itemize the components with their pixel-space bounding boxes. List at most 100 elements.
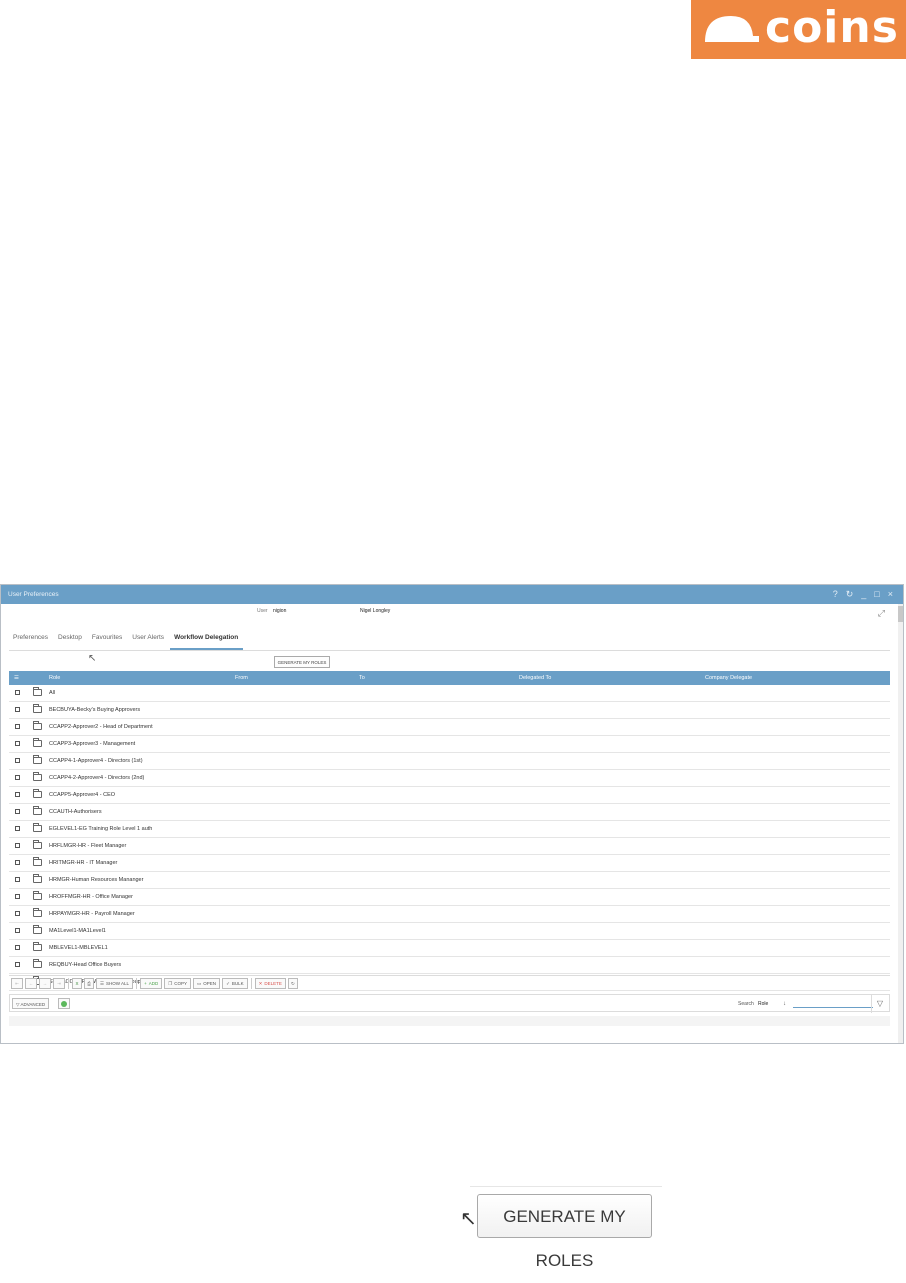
search-input[interactable]: [793, 999, 873, 1008]
bulk-label: BULK: [231, 981, 244, 986]
row-checkbox[interactable]: [15, 724, 20, 729]
reload-icon[interactable]: ↻: [287, 978, 298, 989]
first-page-icon[interactable]: ⇤: [11, 978, 23, 989]
row-checkbox[interactable]: [15, 843, 20, 848]
print-icon[interactable]: ⎙: [84, 978, 94, 989]
help-icon[interactable]: ?: [833, 585, 838, 604]
table-row[interactable]: MBLEVEL1-MBLEVEL1: [9, 940, 890, 957]
previous-page-icon[interactable]: ←: [25, 978, 37, 989]
tab-user-alerts[interactable]: User Alerts: [128, 626, 169, 650]
row-checkbox[interactable]: [15, 809, 20, 814]
role-cell: HROFFMGR-HR - Office Manager: [49, 894, 133, 900]
table-row[interactable]: BECBUYA-Becky's Buying Approvers: [9, 702, 890, 719]
table-row[interactable]: CCAPP5-Approver4 - CEO: [9, 787, 890, 804]
tab-workflow-delegation[interactable]: Workflow Delegation: [170, 626, 244, 650]
search-field-select[interactable]: Role: [758, 995, 768, 1013]
column-header-delegated-to[interactable]: Delegated To: [519, 671, 551, 685]
folder-icon: [33, 772, 42, 781]
table-row[interactable]: EGLEVEL1-EG Training Role Level 1 auth: [9, 821, 890, 838]
user-id: nigion: [273, 608, 287, 614]
column-header-to[interactable]: To: [359, 671, 365, 685]
open-button[interactable]: ▭ OPEN: [193, 978, 221, 989]
row-checkbox[interactable]: [15, 690, 20, 695]
maximize-icon[interactable]: □: [874, 585, 879, 604]
user-info-row: User nigion Nigel Longley ⤢: [1, 604, 897, 618]
table-row[interactable]: HROFFMGR-HR - Office Manager: [9, 889, 890, 906]
filter-icon[interactable]: ▽: [871, 995, 888, 1013]
row-checkbox[interactable]: [15, 826, 20, 831]
status-indicator-icon[interactable]: [58, 998, 70, 1009]
delete-button[interactable]: ✕ DELETE: [254, 978, 286, 989]
folder-icon: [33, 755, 42, 764]
column-header-role[interactable]: Role: [49, 671, 60, 685]
row-checkbox[interactable]: [15, 758, 20, 763]
advanced-label: ADVANCED: [20, 1002, 46, 1007]
tab-preferences[interactable]: Preferences: [9, 626, 53, 650]
folder-icon: [33, 908, 42, 917]
role-cell: CCAUTH-Authorisers: [49, 809, 102, 815]
next-page-icon[interactable]: →: [39, 978, 51, 989]
window-scrollbar[interactable]: [898, 604, 903, 1043]
column-header-company-delegate[interactable]: Company Delegate: [705, 671, 752, 685]
table-row[interactable]: CCAUTH-Authorisers: [9, 804, 890, 821]
role-cell: BECBUYA-Becky's Buying Approvers: [49, 707, 141, 713]
row-checkbox[interactable]: [15, 775, 20, 780]
role-cell: CCAPP2-Approver2 - Head of Department: [49, 724, 153, 730]
bulk-button[interactable]: ✓ BULK: [222, 978, 248, 989]
copy-button[interactable]: ❐ COPY: [164, 978, 192, 989]
folder-icon: [33, 823, 42, 832]
sort-arrow-icon[interactable]: ↓: [783, 995, 786, 1013]
folder-icon: [33, 857, 42, 866]
list-icon: ☰: [100, 981, 105, 986]
tab-favourites[interactable]: Favourites: [88, 626, 127, 650]
user-full-name: Nigel Longley: [360, 608, 391, 614]
row-checkbox[interactable]: [15, 860, 20, 865]
column-header-from[interactable]: From: [235, 671, 248, 685]
preferences-tabs: Preferences Desktop Favourites User Aler…: [9, 626, 890, 651]
role-cell: CCAPP5-Approver4 - CEO: [49, 792, 116, 798]
table-row[interactable]: HRMGR-Human Resources Mananger: [9, 872, 890, 889]
table-row[interactable]: HRPAYMGR-HR - Payroll Manager: [9, 906, 890, 923]
row-checkbox[interactable]: [15, 928, 20, 933]
role-cell: EGLEVEL1-EG Training Role Level 1 auth: [49, 826, 153, 832]
table-row[interactable]: All: [9, 685, 890, 702]
table-row[interactable]: CCAPP2-Approver2 - Head of Department: [9, 719, 890, 736]
folder-icon: [33, 687, 42, 696]
table-row[interactable]: HRFLMGR-HR - Fleet Manager: [9, 838, 890, 855]
zoom-divider: [470, 1186, 662, 1187]
table-row[interactable]: CCAPP3-Approver3 - Management: [9, 736, 890, 753]
toolbar-divider: [68, 978, 69, 989]
copy-label: COPY: [174, 981, 188, 986]
tab-desktop[interactable]: Desktop: [54, 626, 87, 650]
role-cell: MA1Level1-MA1Level1: [49, 928, 106, 934]
generate-my-roles-button[interactable]: GENERATE MY ROLES: [274, 656, 330, 668]
scrollbar-thumb[interactable]: [898, 606, 903, 622]
table-row[interactable]: CCAPP4-2-Approver4 - Directors (2nd): [9, 770, 890, 787]
folder-icon: [33, 789, 42, 798]
row-checkbox[interactable]: [15, 945, 20, 950]
column-menu-icon[interactable]: ☰: [14, 671, 19, 685]
close-icon[interactable]: ×: [888, 585, 893, 604]
refresh-icon[interactable]: ↻: [846, 585, 854, 604]
last-page-icon[interactable]: ⇥: [53, 978, 65, 989]
minimize-icon[interactable]: _: [861, 585, 866, 604]
row-checkbox[interactable]: [15, 877, 20, 882]
row-checkbox[interactable]: [15, 707, 20, 712]
table-row[interactable]: MA1Level1-MA1Level1: [9, 923, 890, 940]
expand-icon[interactable]: ⤢: [878, 606, 885, 620]
table-row[interactable]: REQBUY-Head Office Buyers: [9, 957, 890, 974]
row-checkbox[interactable]: [15, 911, 20, 916]
grid-header: ☰ Role From To Delegated To Company Dele…: [9, 671, 890, 685]
row-checkbox[interactable]: [15, 962, 20, 967]
add-button[interactable]: + ADD: [140, 978, 163, 989]
row-checkbox[interactable]: [15, 894, 20, 899]
table-row[interactable]: HRITMGR-HR - IT Manager: [9, 855, 890, 872]
role-cell: HRITMGR-HR - IT Manager: [49, 860, 118, 866]
show-all-button[interactable]: ☰ SHOW ALL: [96, 978, 134, 989]
excel-export-icon[interactable]: X: [72, 978, 82, 989]
row-checkbox[interactable]: [15, 741, 20, 746]
generate-my-roles-button-zoomed[interactable]: GENERATE MY ROLES: [477, 1194, 652, 1270]
table-row[interactable]: CCAPP4-1-Approver4 - Directors (1st): [9, 753, 890, 770]
row-checkbox[interactable]: [15, 792, 20, 797]
advanced-filter-button[interactable]: ▽ ADVANCED: [12, 998, 50, 1009]
